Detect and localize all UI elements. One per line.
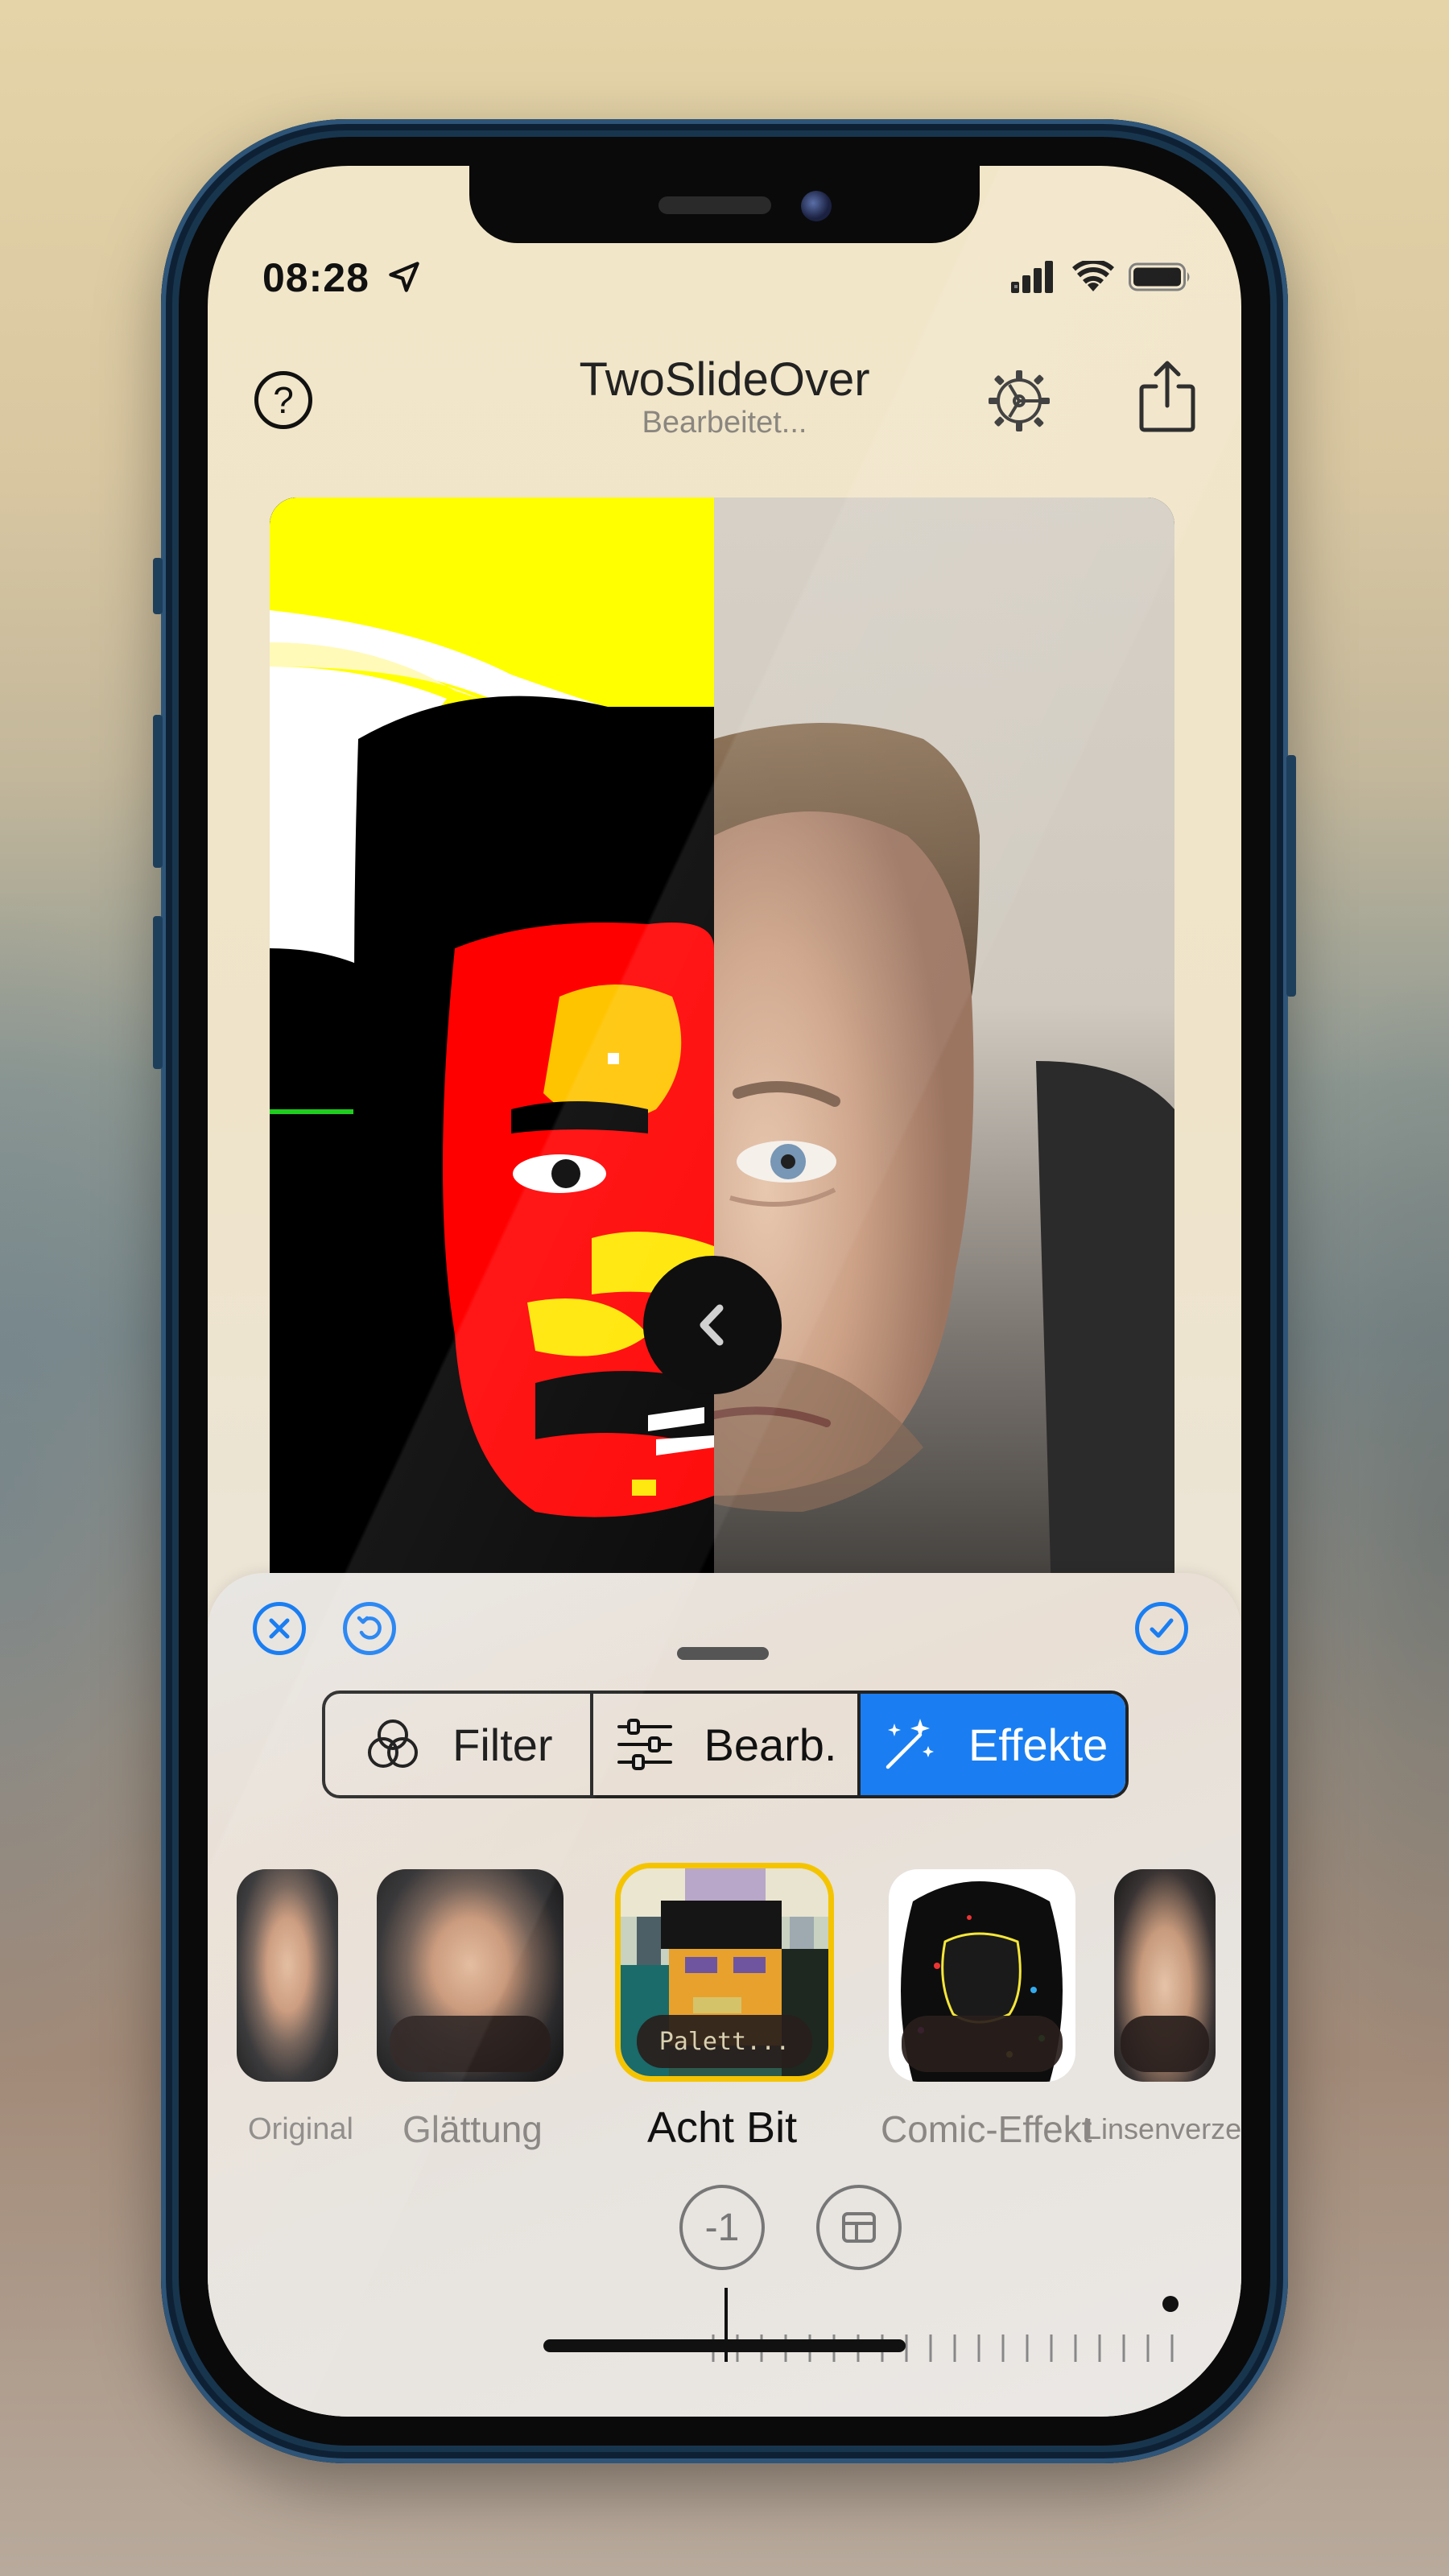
effect-comic-overlay — [902, 2016, 1063, 2072]
cellular-signal-icon — [1011, 261, 1053, 293]
effect-smoothing-thumbnail — [377, 1869, 564, 2082]
checkmark-icon — [1150, 1618, 1174, 1638]
eight-bit-face-image — [270, 497, 714, 1624]
layout-toggle-button[interactable] — [816, 2185, 902, 2270]
earpiece-speaker — [658, 196, 771, 214]
sheet-grabber[interactable] — [677, 1647, 769, 1660]
wifi-icon — [1072, 261, 1114, 291]
phone-silent-switch — [153, 558, 163, 614]
status-time: 08:28 — [262, 255, 369, 300]
effect-eight-bit-thumbnail: Palett... — [615, 1863, 834, 2082]
app-title: TwoSlideOver — [579, 353, 870, 406]
front-camera — [801, 191, 832, 221]
confirm-button[interactable] — [1135, 1602, 1188, 1655]
home-indicator[interactable] — [543, 2339, 906, 2352]
effect-original-thumbnail — [237, 1869, 338, 2082]
effect-lens-distortion-label: Linsenverzerrung — [1085, 2112, 1241, 2145]
tab-adjust[interactable]: Bearb. — [593, 1694, 861, 1795]
original-face-image — [714, 723, 1174, 1624]
sliders-icon — [617, 1719, 672, 1770]
phone-power-button — [1286, 755, 1296, 997]
share-icon[interactable] — [1135, 357, 1199, 435]
tab-effects-label: Effekte — [968, 1719, 1108, 1770]
status-icons — [1011, 261, 1193, 293]
photo-effect-side — [270, 497, 714, 1624]
tab-filter-label: Filter — [452, 1719, 553, 1770]
effect-comic-label: Comic-Effekt — [881, 2108, 1092, 2150]
screen: 08:28 ? TwoSlideOver Bearbeitet... Filte… — [208, 166, 1241, 2417]
undo-icon — [357, 1616, 382, 1640]
value-label: -1 — [704, 2206, 740, 2249]
photo-original-side — [714, 497, 1174, 1624]
battery-icon — [1129, 262, 1190, 291]
mode-segmented-control: Filter Bearb. Effekte — [322, 1690, 1129, 1798]
value-slider[interactable] — [705, 2281, 1188, 2378]
phone-volume-up — [153, 715, 163, 868]
undo-button[interactable] — [343, 1602, 396, 1655]
effect-smoothing-overlay — [390, 2016, 551, 2072]
magic-wand-icon — [886, 1719, 935, 1769]
split-divider-handle[interactable] — [643, 1256, 782, 1394]
phone-volume-down — [153, 916, 163, 1069]
notch — [469, 166, 980, 243]
tab-adjust-label: Bearb. — [704, 1719, 837, 1770]
location-arrow-icon — [389, 262, 419, 292]
edit-sheet: Filter Bearb. Effekte Original Glättung … — [208, 1573, 1241, 2417]
filter-circles-icon — [368, 1719, 419, 1768]
effect-lens-distortion-overlay — [1121, 2016, 1209, 2072]
layout-panel-icon — [842, 2212, 876, 2243]
effect-eight-bit-label: Acht Bit — [647, 2103, 798, 2152]
effect-lens-distortion-thumbnail — [1114, 1869, 1216, 2082]
slider-end-marker — [1162, 2296, 1179, 2312]
tab-effects[interactable]: Effekte — [861, 1694, 1125, 1795]
phone-frame: 08:28 ? TwoSlideOver Bearbeitet... Filte… — [153, 119, 1296, 2463]
app-subtitle: Bearbeitet... — [642, 406, 807, 440]
effect-comic-thumbnail — [889, 1869, 1075, 2082]
value-reset-button[interactable]: -1 — [679, 2185, 765, 2270]
chevron-left-icon — [700, 1304, 724, 1346]
photo-comparison[interactable] — [270, 497, 1174, 1624]
effect-eight-bit-overlay: Palett... — [637, 2015, 812, 2068]
tab-filter[interactable]: Filter — [325, 1694, 593, 1795]
cancel-button[interactable] — [253, 1602, 306, 1655]
effect-original-label: Original — [248, 2112, 353, 2146]
effect-smoothing-label: Glättung — [402, 2108, 543, 2150]
settings-gear-icon[interactable] — [985, 367, 1053, 435]
close-icon — [269, 1618, 290, 1639]
